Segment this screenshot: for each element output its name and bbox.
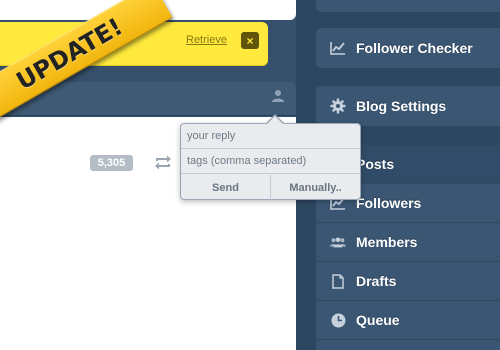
sidebar-item-members[interactable]: Members bbox=[316, 223, 500, 261]
sidebar-item-queue[interactable]: Queue bbox=[316, 301, 500, 339]
sidebar-item-label: Drafts bbox=[356, 273, 397, 289]
sidebar-item-label: Blog Settings bbox=[356, 98, 447, 114]
retrieve-link[interactable]: Retrieve bbox=[186, 34, 227, 46]
sidebar-item-drafts[interactable]: Drafts bbox=[316, 262, 500, 300]
note-count-badge[interactable]: 5,305 bbox=[90, 155, 133, 171]
sidebar-item-label: Posts bbox=[356, 156, 395, 172]
manually-button[interactable]: Manually.. bbox=[271, 175, 360, 200]
chart-icon bbox=[330, 40, 346, 56]
members-icon bbox=[330, 234, 346, 250]
clock-icon bbox=[330, 312, 346, 328]
sidebar-item-label: Queue bbox=[356, 312, 400, 328]
sidebar-item-label: Members bbox=[356, 234, 418, 250]
reply-popover: Send Manually.. bbox=[180, 123, 361, 200]
user-icon[interactable] bbox=[271, 89, 285, 103]
gear-icon bbox=[330, 98, 346, 114]
sidebar-item-label: Followers bbox=[356, 195, 422, 211]
tags-input[interactable] bbox=[181, 149, 360, 174]
sidebar-item-label: Follower Checker bbox=[356, 40, 473, 56]
sidebar-divider bbox=[316, 339, 500, 340]
reply-input[interactable] bbox=[181, 124, 360, 149]
sidebar-blog-settings[interactable]: Blog Settings bbox=[316, 86, 500, 126]
dismiss-button[interactable]: × bbox=[241, 32, 259, 49]
reblog-icon[interactable] bbox=[153, 154, 173, 171]
send-button[interactable]: Send bbox=[181, 175, 271, 200]
sidebar-follower-checker[interactable]: Follower Checker bbox=[316, 28, 500, 68]
popover-arrow bbox=[267, 116, 283, 124]
document-icon bbox=[330, 273, 346, 289]
sidebar-top-card bbox=[316, 0, 500, 12]
